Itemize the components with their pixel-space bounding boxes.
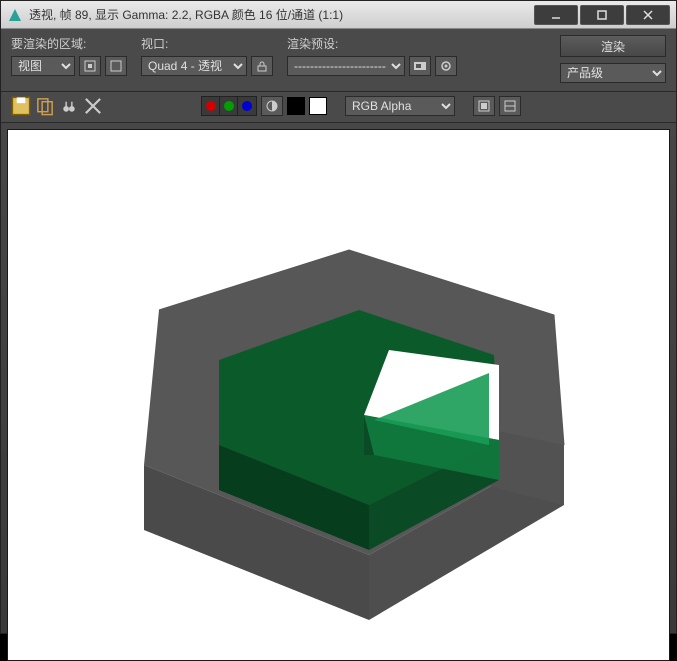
titlebar: 透视, 帧 89, 显示 Gamma: 2.2, RGBA 颜色 16 位/通道… — [1, 1, 676, 29]
preset-label: 渲染预设: — [287, 35, 457, 52]
channel-select[interactable]: RGB Alpha — [345, 96, 455, 116]
render-group: 渲染 产品级 — [560, 35, 666, 83]
viewport-group: 视口: Quad 4 - 透视 — [141, 35, 273, 76]
render-button[interactable]: 渲染 — [560, 35, 666, 57]
area-label: 要渲染的区域: — [11, 35, 127, 52]
viewport-label: 视口: — [141, 35, 273, 52]
white-swatch[interactable] — [309, 97, 327, 115]
window-controls — [534, 5, 670, 25]
green-channel-button[interactable] — [220, 97, 238, 115]
toggle-overlay-button[interactable] — [499, 96, 521, 116]
settings-button[interactable] — [435, 56, 457, 76]
window-title: 透视, 帧 89, 显示 Gamma: 2.2, RGBA 颜色 16 位/通道… — [29, 6, 534, 23]
viewport-select[interactable]: Quad 4 - 透视 — [141, 56, 247, 76]
red-dot-icon — [206, 101, 216, 111]
clone-icon[interactable] — [59, 96, 79, 116]
area-select[interactable]: 视图 — [11, 56, 75, 76]
render-image — [29, 135, 649, 655]
render-viewport — [7, 129, 670, 661]
green-dot-icon — [224, 101, 234, 111]
clear-icon[interactable] — [83, 96, 103, 116]
mono-button[interactable] — [261, 96, 283, 116]
rgb-channels — [201, 96, 257, 116]
black-swatch[interactable] — [287, 97, 305, 115]
preset-group: 渲染预设: ------------------------ — [287, 35, 457, 76]
minimize-button[interactable] — [534, 5, 578, 25]
maximize-button[interactable] — [580, 5, 624, 25]
area-group: 要渲染的区域: 视图 — [11, 35, 127, 76]
save-icon[interactable] — [11, 96, 31, 116]
close-button[interactable] — [626, 5, 670, 25]
render-window: 透视, 帧 89, 显示 Gamma: 2.2, RGBA 颜色 16 位/通道… — [0, 0, 677, 634]
scene-button[interactable] — [409, 56, 431, 76]
toolbar-bottom: RGB Alpha — [1, 92, 676, 123]
copy-icon[interactable] — [35, 96, 55, 116]
region-capture-button[interactable] — [79, 56, 101, 76]
overlay-button[interactable] — [473, 96, 495, 116]
lock-button[interactable] — [251, 56, 273, 76]
red-channel-button[interactable] — [202, 97, 220, 115]
blue-dot-icon — [242, 101, 252, 111]
app-icon — [7, 7, 23, 23]
preset-select[interactable]: ------------------------ — [287, 56, 405, 76]
blue-channel-button[interactable] — [238, 97, 256, 115]
quality-select[interactable]: 产品级 — [560, 63, 666, 83]
region-frame-button[interactable] — [105, 56, 127, 76]
toolbar-top: 要渲染的区域: 视图 视口: Quad 4 - 透视 渲染预设: -------… — [1, 29, 676, 92]
